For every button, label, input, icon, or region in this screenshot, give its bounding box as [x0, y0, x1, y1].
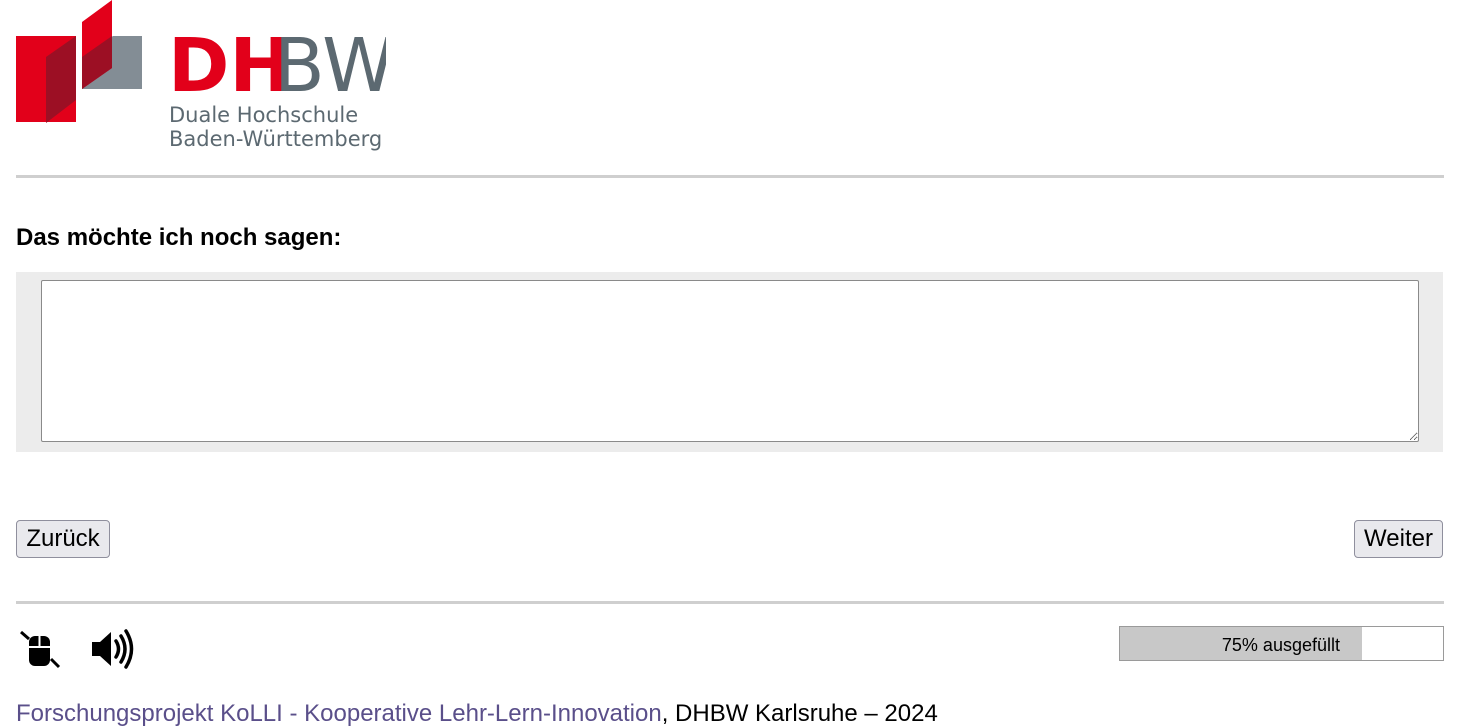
answer-textarea[interactable] [41, 280, 1419, 442]
bottom-divider [16, 601, 1444, 604]
dhbw-logo: DH BW Duale Hochschule Baden-Württemberg [16, 0, 386, 155]
footer-credit-text: , DHBW Karlsruhe – 2024 [661, 700, 938, 727]
next-button[interactable]: Weiter [1354, 520, 1443, 558]
logo-bw: BW [274, 23, 386, 109]
mouse-click-icon[interactable] [18, 628, 62, 670]
back-button[interactable]: Zurück [16, 520, 110, 558]
speaker-volume-icon[interactable] [88, 628, 136, 670]
logo-line1: Duale Hochschule [169, 103, 358, 127]
progress-bar: 75% ausgefüllt [1119, 626, 1444, 661]
logo-line2: Baden-Württemberg [169, 127, 382, 151]
question-label: Das möchte ich noch sagen: [16, 224, 342, 251]
logo-dh: DH [168, 23, 291, 109]
top-divider [16, 175, 1444, 178]
footer-project-link[interactable]: Forschungsprojekt KoLLI - Kooperative Le… [16, 700, 662, 727]
progress-label: 75% ausgefüllt [1221, 635, 1340, 655]
survey-page: DH BW Duale Hochschule Baden-Württemberg… [0, 0, 1459, 728]
footer: Forschungsprojekt KoLLI - Kooperative Le… [16, 698, 938, 728]
answer-container [16, 272, 1443, 452]
dhbw-logo-graphic: DH BW Duale Hochschule Baden-Württemberg [16, 0, 386, 151]
